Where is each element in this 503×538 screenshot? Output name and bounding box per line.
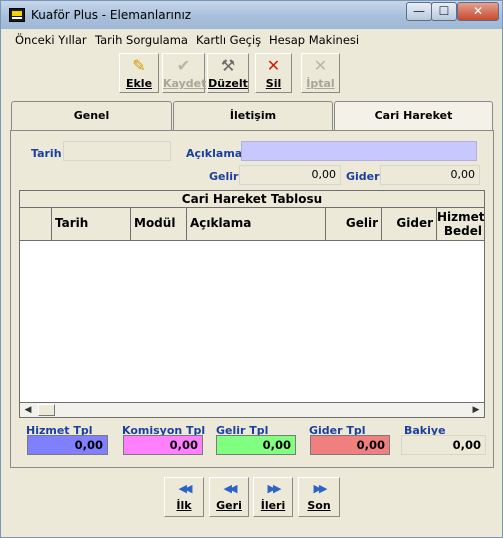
column-hizmet-bedel[interactable]: Hizmet Bedel <box>437 208 484 241</box>
tab-genel[interactable]: Genel <box>11 101 172 130</box>
ileri-label: İleri <box>260 499 286 512</box>
gider-field[interactable]: 0,00 <box>380 165 480 185</box>
kaydet-button[interactable]: ✔ Kaydet <box>162 53 207 93</box>
previous-record-icon: ◀◀ <box>223 482 238 495</box>
column-indicator <box>20 208 52 241</box>
title-bar[interactable]: Kuaför Plus - Elemanlarınız — ☐ ✕ <box>1 1 502 29</box>
iptal-label: İptal <box>306 77 335 90</box>
app-icon <box>9 8 25 22</box>
window-title: Kuaför Plus - Elemanlarınız <box>31 8 192 22</box>
ilk-label: İlk <box>176 499 192 512</box>
cari-hareket-table[interactable]: Cari Hareket Tablosu Tarih Modül Açıklam… <box>19 190 485 418</box>
ekle-button[interactable]: ✎ Ekle <box>119 53 159 93</box>
checkmark-icon: ✔ <box>176 56 191 75</box>
aciklama-label: Açıklama <box>186 147 243 160</box>
tab-iletisim[interactable]: İletişim <box>173 101 333 130</box>
maximize-button[interactable]: ☐ <box>431 2 457 21</box>
gider-label: Gider <box>346 170 380 183</box>
pencil-icon: ✎ <box>132 56 146 75</box>
tarih-label: Tarih <box>31 147 62 160</box>
minimize-button[interactable]: — <box>406 2 432 21</box>
son-button[interactable]: ▶▶ Son <box>298 477 340 517</box>
hizmet-tpl-field: 0,00 <box>27 435 108 455</box>
menu-hesap-makinesi[interactable]: Hesap Makinesi <box>269 33 359 47</box>
cancel-icon: ✕ <box>313 56 328 75</box>
tab-cari-hareket[interactable]: Cari Hareket <box>334 101 493 131</box>
column-gelir[interactable]: Gelir <box>326 208 382 241</box>
tools-icon: ⚒ <box>220 56 236 75</box>
duzelt-label: Düzelt <box>208 77 248 90</box>
gider-tpl-field: 0,00 <box>310 435 390 455</box>
sil-button[interactable]: ✕ Sil <box>255 53 292 93</box>
scroll-left-icon[interactable]: ◀ <box>20 403 36 417</box>
table-title: Cari Hareket Tablosu <box>20 191 484 208</box>
menu-onceki-yillar[interactable]: Önceki Yıllar <box>15 33 87 47</box>
bakiye-field: 0,00 <box>401 435 486 455</box>
duzelt-button[interactable]: ⚒ Düzelt <box>207 53 249 93</box>
ekle-label: Ekle <box>125 77 153 90</box>
son-label: Son <box>307 499 331 512</box>
last-record-icon: ▶▶ <box>313 482 328 495</box>
geri-button[interactable]: ◀◀ Geri <box>209 477 249 517</box>
column-modul[interactable]: Modül <box>131 208 187 241</box>
komisyon-tpl-field: 0,00 <box>123 435 203 455</box>
column-tarih[interactable]: Tarih <box>52 208 131 241</box>
aciklama-field[interactable] <box>241 141 477 161</box>
sil-label: Sil <box>265 77 282 90</box>
gelir-field[interactable]: 0,00 <box>239 165 341 185</box>
tarih-field[interactable] <box>63 141 171 161</box>
scroll-thumb[interactable] <box>38 404 55 416</box>
horizontal-scrollbar[interactable]: ◀ ▶ <box>19 402 485 418</box>
ilk-button[interactable]: ◀◀ İlk <box>164 477 204 517</box>
delete-x-icon: ✕ <box>266 56 281 75</box>
menu-kartli-gecis[interactable]: Kartlı Geçiş <box>196 33 261 47</box>
app-window: Kuaför Plus - Elemanlarınız — ☐ ✕ Önceki… <box>0 0 503 538</box>
menu-tarih-sorgulama[interactable]: Tarih Sorgulama <box>95 33 188 47</box>
iptal-button[interactable]: ✕ İptal <box>301 53 340 93</box>
close-button[interactable]: ✕ <box>457 2 499 21</box>
kaydet-label: Kaydet <box>163 77 207 90</box>
geri-label: Geri <box>216 499 242 512</box>
scroll-right-icon[interactable]: ▶ <box>468 403 484 417</box>
column-aciklama[interactable]: Açıklama <box>187 208 326 241</box>
column-gider[interactable]: Gider <box>382 208 437 241</box>
gelir-tpl-field: 0,00 <box>216 435 296 455</box>
gelir-label: Gelir <box>209 170 239 183</box>
first-record-icon: ◀◀ <box>178 482 193 495</box>
next-record-icon: ▶▶ <box>267 482 282 495</box>
ileri-button[interactable]: ▶▶ İleri <box>253 477 293 517</box>
